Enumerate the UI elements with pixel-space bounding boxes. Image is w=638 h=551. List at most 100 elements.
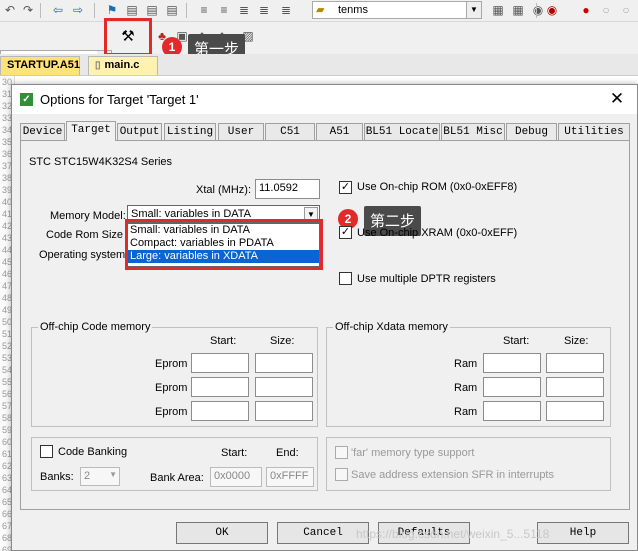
banks-value: 2 — [84, 470, 91, 482]
start-header: Start: — [503, 335, 530, 347]
device-name: STC STC15W4K32S4 Series — [29, 156, 173, 168]
format-icon[interactable]: ≣ — [278, 2, 294, 18]
debug-session-icon[interactable]: ◉ — [544, 2, 560, 18]
memory-model-label: Memory Model: — [50, 210, 126, 222]
xtal-label: Xtal (MHz): — [196, 184, 251, 196]
help-button[interactable]: Help — [537, 522, 629, 544]
bookmark-prev-icon[interactable]: ▤ — [124, 2, 140, 18]
xtal-input[interactable]: 11.0592 — [255, 179, 320, 199]
ram-label: Ram — [454, 358, 478, 370]
ram-size-input[interactable] — [546, 401, 604, 421]
build-toolbar: t 1 ▼ ♣ ▣ ◆ ◆ ▨ — [0, 22, 638, 68]
step1-highlight — [104, 18, 152, 56]
ram-start-input[interactable] — [483, 353, 541, 373]
ram-size-input[interactable] — [546, 377, 604, 397]
step2-highlight — [125, 219, 323, 270]
bookmark-clear-icon[interactable]: ▤ — [164, 2, 180, 18]
code-banking-label: Code Banking — [58, 446, 128, 458]
far-memory-group: 'far' memory type support Save address e… — [326, 437, 611, 491]
size-header: Size: — [564, 335, 589, 347]
watermark: https://blog.csdn.net/weixin_5...5118 — [356, 527, 550, 541]
bank-area-label: Bank Area: — [150, 472, 204, 484]
nav-forward-icon[interactable]: ⇨ — [70, 2, 86, 18]
eprom-label: Eprom — [155, 382, 188, 394]
breakpoint-disable-icon[interactable]: ○ — [598, 2, 614, 18]
breakpoint-clear-icon[interactable]: ○ — [618, 2, 634, 18]
dialog-titlebar: ✓ Options for Target 'Target 1' ✕ — [12, 85, 637, 114]
tab-a51[interactable]: A51 — [316, 123, 363, 140]
use-multiple-dptr-label: Use multiple DPTR registers — [357, 273, 496, 285]
tab-user[interactable]: User — [218, 123, 264, 140]
far-memory-checkbox[interactable] — [335, 446, 348, 459]
tab-bl51-locate[interactable]: BL51 Locate — [364, 123, 440, 140]
nav-back-icon[interactable]: ⇦ — [50, 2, 66, 18]
use-multiple-dptr-checkbox[interactable] — [339, 272, 352, 285]
banks-select[interactable]: 2 ▼ — [80, 467, 120, 486]
use-onchip-xram-checkbox[interactable]: ✓ — [339, 226, 352, 239]
bank-end-header: End: — [276, 447, 299, 459]
eprom-size-input[interactable] — [255, 401, 313, 421]
editor-tabs: STARTUP.A51 ▯ main.c — [0, 54, 638, 76]
tab-debug[interactable]: Debug — [506, 123, 557, 140]
ram-label: Ram — [454, 382, 478, 394]
size-header: Size: — [270, 335, 295, 347]
eprom-label: Eprom — [155, 406, 188, 418]
ram-size-input[interactable] — [546, 353, 604, 373]
save-sfr-checkbox[interactable] — [335, 468, 348, 481]
chevron-down-icon: ▼ — [109, 470, 117, 479]
bank-area-start-input[interactable]: 0x0000 — [210, 467, 262, 487]
ram-start-input[interactable] — [483, 401, 541, 421]
tab-main-c[interactable]: ▯ main.c — [88, 56, 158, 75]
tab-startup-a51[interactable]: STARTUP.A51 — [0, 56, 80, 75]
offchip-code-group: Off-chip Code memory Start: Size: Eprom … — [31, 321, 318, 427]
bookmark-next-icon[interactable]: ▤ — [144, 2, 160, 18]
tab-output[interactable]: Output — [117, 123, 162, 140]
tab-target[interactable]: Target — [66, 121, 116, 141]
dialog-tabs: Device Target Output Listing User C51 A5… — [20, 121, 630, 141]
project-combo-value: tenms — [338, 4, 368, 16]
tab-listing[interactable]: Listing — [164, 123, 216, 140]
far-memory-label: 'far' memory type support — [351, 447, 475, 459]
keil-app-icon: ✓ — [20, 93, 33, 106]
close-icon[interactable]: ✕ — [605, 88, 629, 110]
undo-icon[interactable]: ↶ — [2, 2, 18, 18]
tab-bl51-misc[interactable]: BL51 Misc — [441, 123, 505, 140]
redo-icon[interactable]: ↷ — [20, 2, 36, 18]
toolbar-separator — [94, 3, 95, 18]
start-header: Start: — [210, 335, 237, 347]
banks-label: Banks: — [40, 471, 74, 483]
ram-start-input[interactable] — [483, 377, 541, 397]
offchip-code-title: Off-chip Code memory — [38, 321, 153, 333]
tab-device[interactable]: Device — [20, 123, 65, 140]
find-files-icon[interactable]: ▦ — [510, 2, 526, 18]
use-onchip-rom-checkbox[interactable]: ✓ — [339, 181, 352, 194]
bank-area-end-input[interactable]: 0xFFFF — [266, 467, 314, 487]
indent-icon[interactable]: ≡ — [196, 2, 212, 18]
ide-toolbar: ↶ ↷ ⇦ ⇨ ⚑ ▤ ▤ ▤ ≡ ≡ ≣ ≣ ≣ ▰ tenms ▼ ▦ ▦ … — [0, 0, 638, 22]
toolbar-separator — [536, 3, 537, 18]
uncomment-icon[interactable]: ≣ — [256, 2, 272, 18]
tab-utilities[interactable]: Utilities — [558, 123, 630, 140]
eprom-size-input[interactable] — [255, 377, 313, 397]
tab-c51[interactable]: C51 — [265, 123, 315, 140]
use-onchip-rom-label: Use On-chip ROM (0x0-0xEFF8) — [357, 181, 518, 193]
unindent-icon[interactable]: ≡ — [216, 2, 232, 18]
project-combo[interactable]: ▰ tenms — [312, 1, 482, 19]
options-dialog: ✓ Options for Target 'Target 1' ✕ Device… — [11, 84, 638, 551]
eprom-start-input[interactable] — [191, 353, 249, 373]
offchip-xdata-group: Off-chip Xdata memory Start: Size: Ram R… — [326, 321, 611, 427]
eprom-start-input[interactable] — [191, 401, 249, 421]
eprom-start-input[interactable] — [191, 377, 249, 397]
chevron-down-icon[interactable]: ▼ — [466, 1, 482, 19]
eprom-size-input[interactable] — [255, 353, 313, 373]
comment-icon[interactable]: ≣ — [236, 2, 252, 18]
code-banking-checkbox[interactable] — [40, 445, 53, 458]
find-icon[interactable]: ▦ — [490, 2, 506, 18]
dialog-title: Options for Target 'Target 1' — [40, 92, 199, 107]
breakpoint-icon[interactable]: ● — [578, 2, 594, 18]
toolbar-separator — [40, 3, 41, 18]
ok-button[interactable]: OK — [176, 522, 268, 544]
use-onchip-xram-label: Use On-chip XRAM (0x0-0xEFF) — [357, 227, 518, 239]
toolbar-separator — [186, 3, 187, 18]
bookmark-icon[interactable]: ⚑ — [104, 2, 120, 18]
